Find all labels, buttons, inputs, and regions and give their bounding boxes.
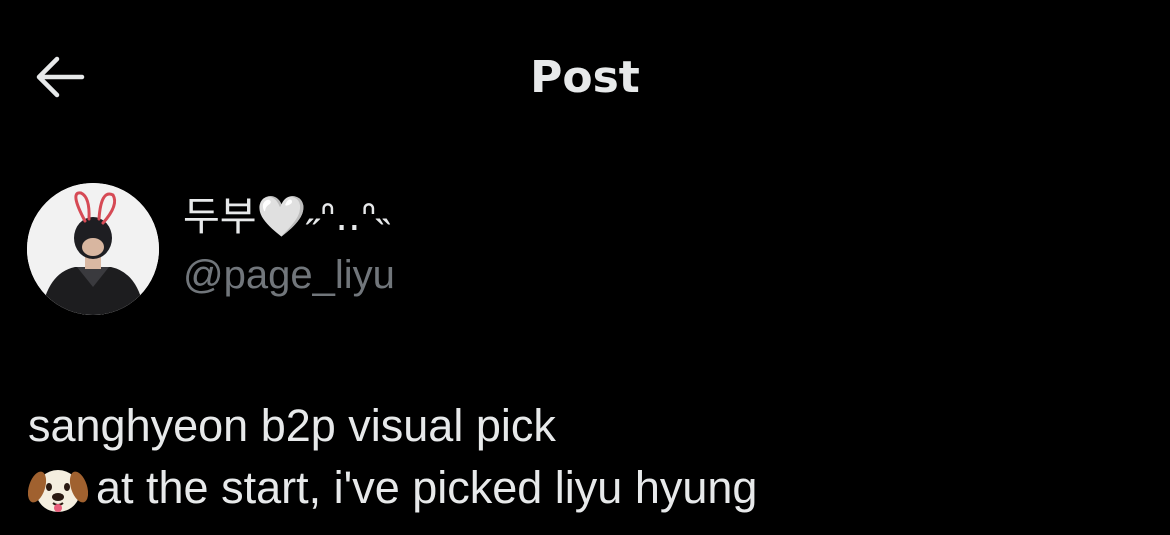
author-handle[interactable]: @page_liyu [183,250,395,300]
avatar-photo [27,183,159,315]
post-line-text: sanghyeon b2p visual pick [28,400,556,451]
top-bar: Post [0,0,1170,150]
post-author: 두부🤍˶ᐢ..ᐢ˵ @page_liyu [25,180,925,315]
page-title: Post [530,52,640,103]
post-line: sanghyeon b2p visual pick [28,395,1148,457]
post-line: at the start, i've picked liyu hyung [28,457,1148,519]
avatar[interactable] [27,183,159,315]
dog-face-icon [28,470,88,512]
author-display-name[interactable]: 두부🤍˶ᐢ..ᐢ˵ [183,192,390,242]
post-line-text: at the start, i've picked liyu hyung [96,462,758,513]
post-text: sanghyeon b2p visual pick at the start, … [28,395,1148,519]
